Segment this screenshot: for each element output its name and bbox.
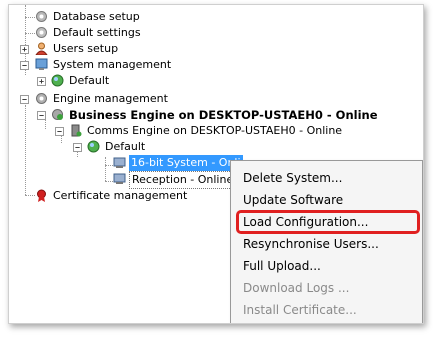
collapse-icon[interactable]: − [20,95,29,104]
certificate-icon [37,189,46,202]
tree-item-label: Database setup [53,10,140,23]
gear-icon [36,27,47,38]
tree-item-label: Engine management [53,92,168,105]
server-icon [71,124,82,137]
expand-icon[interactable]: + [37,77,46,86]
tree-item-label: 16-bit System - Onli [129,155,243,171]
menu-item-download-logs: Download Logs ... [231,277,422,299]
tree-item-system-default[interactable]: + Default [9,73,209,89]
menu-item-label: Install Certificate... [243,303,357,317]
monitor-icon [35,58,48,70]
tree-item-label: System management [53,58,172,71]
tree-item-label: Default [69,74,110,87]
highlight-box [236,210,420,234]
tree-item-comms-engine[interactable]: − Comms Engine on DESKTOP-USTAEH0 - Onli… [9,123,389,139]
globe-icon [87,140,100,153]
tree-panel: Database setup Default settings + Users … [8,4,424,324]
menu-item-delete-system[interactable]: Delete System... [231,167,422,189]
tree-item-comms-default[interactable]: − Default [9,139,209,155]
tree-item-16bit-system[interactable]: 16-bit System - Onli [9,155,243,171]
system-icon [113,173,126,184]
tree-item-engine-management[interactable]: − Engine management [9,91,209,107]
tree-item-label: Comms Engine on DESKTOP-USTAEH0 - Online [87,124,343,137]
tree-item-label: Reception - Online [129,171,237,189]
menu-item-label: Download Logs ... [243,281,350,295]
tree-item-label: Certificate management [53,189,188,202]
menu-item-install-certificate: Install Certificate... [231,299,422,321]
menu-item-label: Delete System... [243,171,343,185]
collapse-icon[interactable]: − [20,61,29,70]
menu-item-label: Resynchronise Users... [243,237,379,251]
context-menu: Delete System... Update Software Load Co… [230,160,423,323]
tree-item-reception[interactable]: Reception - Online [9,171,239,189]
tree-item-database-setup[interactable]: Database setup [9,9,209,25]
engine-icon [52,109,63,120]
tree-item-certificate-management[interactable]: Certificate management [9,188,209,204]
tree-item-label: Business Engine on DESKTOP-USTAEH0 - Onl… [69,108,378,122]
collapse-icon[interactable]: − [73,143,82,152]
tree-item-default-settings[interactable]: Default settings [9,25,209,41]
collapse-icon[interactable]: − [37,111,46,120]
menu-item-label: Update Software [243,193,344,207]
menu-item-resynchronise-users[interactable]: Resynchronise Users... [231,233,422,255]
tree-item-label: Default settings [53,26,141,39]
tree-item-business-engine[interactable]: − Business Engine on DESKTOP-USTAEH0 - O… [9,107,423,123]
tree-item-label: Default [105,140,146,153]
user-icon [35,42,48,55]
gear-icon [36,93,47,104]
expand-icon[interactable]: + [20,45,29,54]
gear-icon [36,11,47,22]
collapse-icon[interactable]: − [55,127,64,136]
tree-item-label: Users setup [53,42,119,55]
system-icon [113,157,126,168]
menu-item-full-upload[interactable]: Full Upload... [231,255,422,277]
menu-item-label: Full Upload... [243,259,321,273]
menu-item-update-software[interactable]: Update Software [231,189,422,211]
tree-item-system-management[interactable]: − System management [9,57,209,73]
tree-item-users-setup[interactable]: + Users setup [9,41,209,57]
globe-icon [51,74,64,87]
